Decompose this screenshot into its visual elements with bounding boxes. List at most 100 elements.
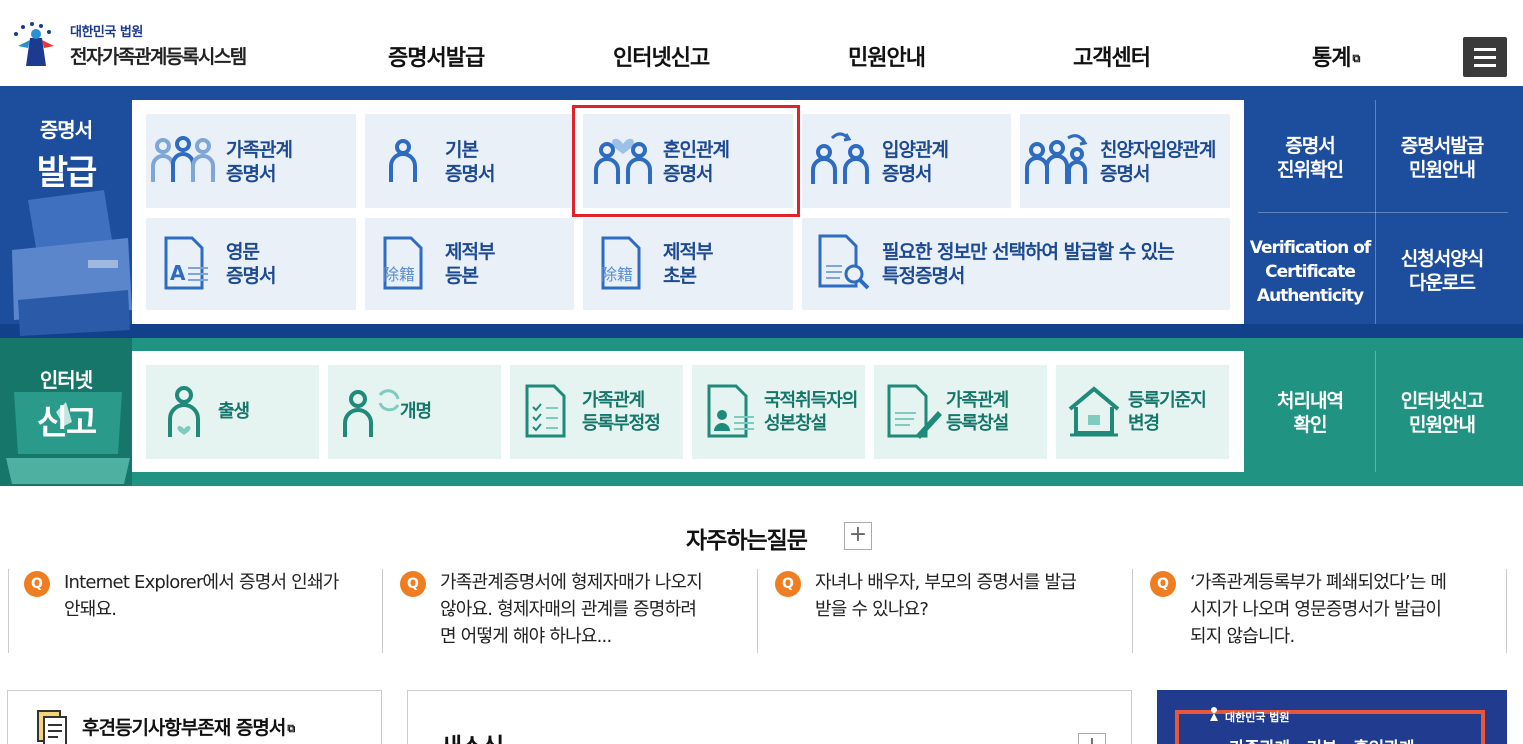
- link-label-line: 진위확인: [1277, 159, 1344, 181]
- printer-icon: [12, 190, 132, 336]
- processing-history-link[interactable]: 처리내역 확인: [1248, 389, 1372, 437]
- header: 대한민국 법원 전자가족관계등록시스템 증명서발급 인터넷신고 민원안내 고객센…: [0, 0, 1523, 86]
- tile-removed-register-transcript[interactable]: 除籍 제적부 등본: [365, 218, 574, 310]
- tile-adoption-relation-cert[interactable]: 입양관계 증명서: [802, 114, 1011, 208]
- tile-rename-report[interactable]: 개명: [328, 365, 501, 459]
- all-menu-button[interactable]: [1463, 37, 1507, 77]
- document-icon: [37, 710, 67, 744]
- news-title: 새소식: [440, 727, 504, 744]
- link-label-line: Verification of: [1249, 238, 1371, 258]
- site-logo[interactable]: 대한민국 법원 전자가족관계등록시스템: [8, 18, 247, 72]
- faq-q-icon: Q: [24, 571, 50, 597]
- tile-basic-cert[interactable]: 기본 증명서: [365, 114, 574, 208]
- faq-more-button[interactable]: +: [844, 522, 872, 550]
- tile-label-line: 초본: [663, 265, 697, 287]
- nav-customer-center[interactable]: 고객센터: [1073, 40, 1151, 72]
- guardianship-cert-title: 후견등기사항부존재 증명서 ⧉: [82, 713, 295, 740]
- tile-naturalized-surname-creation[interactable]: 국적취득자의 성본창설: [692, 365, 865, 459]
- link-label-line: 신청서양식: [1400, 248, 1484, 270]
- nav-internet-report[interactable]: 인터넷신고: [613, 40, 710, 72]
- family-icon: [151, 136, 215, 182]
- tile-label-line: 증명서: [226, 265, 276, 287]
- link-label-line: 인터넷신고: [1400, 390, 1484, 412]
- write-document-icon: [887, 384, 942, 439]
- divider: [8, 569, 9, 653]
- link-label-line: 처리내역: [1277, 390, 1344, 412]
- divider: [757, 569, 758, 653]
- id-card-icon: [707, 384, 754, 438]
- faq-item[interactable]: Q ‘가족관계등록부가 폐쇄되었다’는 메 시지가 나오며 영문증명서가 발급이…: [1134, 569, 1506, 653]
- faq-text-line: 가족관계증명서에 형제자매가 나오지: [440, 572, 703, 593]
- faq-q-icon: Q: [400, 571, 426, 597]
- tile-label-line: 증명서: [1100, 163, 1150, 185]
- faq-item[interactable]: Q 가족관계증명서에 형제자매가 나오지 않아요. 형제자매의 관계를 증명하려…: [384, 569, 756, 653]
- cert-issue-guide-link[interactable]: 증명서발급 민원안내: [1380, 134, 1504, 182]
- logo-subtitle: 대한민국 법원: [70, 25, 143, 40]
- application-form-download-link[interactable]: 신청서양식 다운로드: [1380, 247, 1504, 295]
- link-label-line: 다운로드: [1409, 272, 1476, 294]
- hamburger-line: [1474, 56, 1496, 59]
- faq-item[interactable]: Q 자녀나 배우자, 부모의 증명서를 발급 받을 수 있나요?: [759, 569, 1131, 653]
- tile-label-line: 기본: [445, 139, 479, 161]
- news-more-button[interactable]: +: [1078, 733, 1106, 744]
- full-adoption-icon: [1025, 134, 1088, 184]
- tile-removed-register-abstract[interactable]: 除籍 제적부 초본: [583, 218, 793, 310]
- nav-civil-guide[interactable]: 민원안내: [848, 40, 926, 72]
- tile-label-line: 성본창설: [764, 413, 827, 434]
- external-link-icon: ⧉: [1352, 52, 1360, 65]
- tile-birth-report[interactable]: 출생: [146, 365, 319, 459]
- cert-authenticity-check-link[interactable]: 증명서 진위확인: [1248, 134, 1372, 182]
- banner-title: 가족관계 · 기본 · 혼인관계: [1229, 734, 1415, 744]
- faq-text-line: 시지가 나오며 영문증명서가 발급이: [1190, 599, 1442, 620]
- hamburger-line: [1474, 48, 1496, 51]
- nav-certificate-issue[interactable]: 증명서발급: [388, 40, 485, 72]
- certificate-side-label: 증명서 발급: [0, 114, 132, 194]
- internet-side-label-bottom: 신고: [36, 403, 98, 443]
- tile-label-line: 가족관계: [226, 139, 293, 161]
- tile-label-line: 가족관계: [582, 390, 645, 411]
- tile-full-adoption-relation-cert[interactable]: 친양자입양관계 증명서: [1020, 114, 1230, 208]
- divider: [1375, 351, 1376, 472]
- internet-report-guide-link[interactable]: 인터넷신고 민원안내: [1380, 389, 1504, 437]
- tile-label-line: 출생: [218, 401, 250, 422]
- internet-report-side-label: 인터넷 신고: [0, 364, 132, 444]
- nav-statistics[interactable]: 통계 ⧉: [1312, 40, 1360, 72]
- faq-text-line: 자녀나 배우자, 부모의 증명서를 발급: [815, 572, 1077, 593]
- banner-subtitle: 대한민국 법원: [1225, 711, 1290, 724]
- promo-banner[interactable]: 대한민국 법원 가족관계 · 기본 · 혼인관계: [1157, 690, 1507, 744]
- court-logo-icon: [1210, 707, 1218, 721]
- faq-text-line: 않아요. 형제자매의 관계를 증명하려: [440, 599, 697, 620]
- rename-icon: [343, 389, 400, 437]
- faq-text-line: ‘가족관계등록부가 폐쇄되었다’는 메: [1190, 572, 1447, 593]
- tile-label-line: 증명서: [882, 163, 932, 185]
- tile-english-cert[interactable]: A 영문 증명서: [146, 218, 356, 310]
- link-label-line: Certificate: [1265, 262, 1356, 282]
- tile-label-line: 국적취득자의: [764, 390, 858, 411]
- faq-text-line: 받을 수 있나요?: [815, 599, 929, 620]
- tile-family-relation-cert[interactable]: 가족관계 증명서: [146, 114, 356, 208]
- tile-registration-base-change[interactable]: 등록기준지 변경: [1056, 365, 1229, 459]
- tile-register-correction[interactable]: 가족관계 등록부정정: [510, 365, 683, 459]
- guardianship-cert-box[interactable]: 후견등기사항부존재 증명서 ⧉: [7, 690, 382, 744]
- guardianship-cert-label: 후견등기사항부존재 증명서: [82, 717, 286, 739]
- adoption-icon: [811, 132, 869, 184]
- tile-label-line: 변경: [1128, 413, 1160, 434]
- internet-side-label-top: 인터넷: [39, 368, 93, 392]
- faq-item[interactable]: Q Internet Explorer에서 증명서 인쇄가 안돼요.: [8, 569, 380, 653]
- verification-of-authenticity-link[interactable]: Verification of Certificate Authenticity: [1248, 236, 1372, 308]
- certificate-side-label-bottom: 발급: [36, 153, 98, 193]
- tile-label-line: 등본: [445, 265, 479, 287]
- link-label-line: 확인: [1293, 414, 1328, 436]
- tile-label-line: 가족관계: [946, 390, 1009, 411]
- tile-label-line: 영문: [226, 241, 260, 263]
- tile-label-line: 증명서: [445, 163, 495, 185]
- faq-text-line: Internet Explorer에서 증명서 인쇄가: [64, 572, 339, 593]
- logo-title: 전자가족관계등록시스템: [70, 46, 247, 68]
- tile-register-creation[interactable]: 가족관계 등록창설: [874, 365, 1047, 459]
- tile-specific-cert[interactable]: 필요한 정보만 선택하여 발급할 수 있는 특정증명서: [802, 218, 1230, 310]
- tile-label-line: 제적부: [663, 241, 713, 263]
- faq-q-icon: Q: [1150, 571, 1176, 597]
- divider: [1506, 569, 1507, 653]
- faq-text-line: 되지 않습니다.: [1190, 626, 1295, 647]
- news-box: 새소식 +: [407, 690, 1132, 744]
